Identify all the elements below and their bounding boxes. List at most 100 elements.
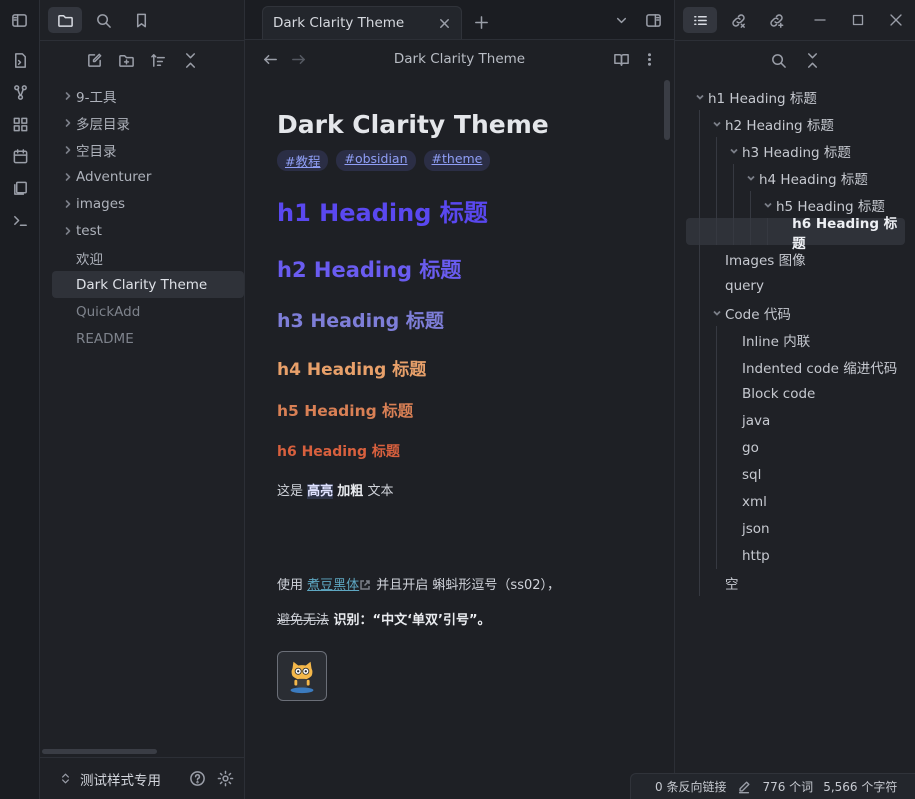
chevron-right-icon[interactable] bbox=[60, 118, 76, 128]
folder-item[interactable]: images bbox=[52, 190, 244, 217]
outline-item[interactable]: Code 代码 bbox=[675, 299, 915, 326]
outline-item[interactable]: Indented code 缩进代码 bbox=[675, 353, 915, 380]
tree-item-label: Dark Clarity Theme bbox=[76, 276, 208, 293]
outline-item[interactable]: 空 bbox=[675, 569, 915, 596]
collapse-all-icon[interactable] bbox=[181, 52, 199, 70]
chevron-down-icon[interactable] bbox=[708, 308, 725, 318]
chevron-right-icon[interactable] bbox=[60, 226, 76, 236]
maximize-icon[interactable] bbox=[839, 0, 877, 40]
reading-view-book-icon[interactable] bbox=[612, 50, 630, 68]
outline-item[interactable]: query bbox=[675, 272, 915, 299]
chevron-down-icon[interactable] bbox=[759, 200, 776, 210]
outline-item[interactable]: Block code bbox=[675, 380, 915, 407]
char-count: 5,566 个字符 bbox=[823, 780, 898, 794]
chevron-down-icon[interactable] bbox=[691, 92, 708, 102]
chevron-right-icon[interactable] bbox=[60, 145, 76, 155]
view-title[interactable]: Dark Clarity Theme bbox=[245, 51, 674, 67]
new-folder-icon[interactable] bbox=[117, 52, 135, 70]
new-note-icon[interactable] bbox=[85, 52, 103, 70]
canvas-icon[interactable] bbox=[0, 108, 40, 140]
indent-guide bbox=[716, 461, 717, 488]
tab-dark-clarity-theme[interactable]: Dark Clarity Theme bbox=[262, 6, 462, 39]
folder-item[interactable]: 空目录 bbox=[52, 136, 244, 163]
tag[interactable]: #obsidian bbox=[336, 150, 416, 171]
folder-item[interactable]: Adventurer bbox=[52, 163, 244, 190]
outline-item-label: Code 代码 bbox=[725, 306, 791, 323]
indent-guide bbox=[699, 164, 700, 191]
outline-item[interactable]: java bbox=[675, 407, 915, 434]
outline-item[interactable]: h1 Heading 标题 bbox=[675, 83, 915, 110]
outline-item-label: h3 Heading 标题 bbox=[742, 144, 851, 161]
edit-pencil-icon[interactable] bbox=[736, 779, 752, 795]
terminal-icon[interactable] bbox=[0, 204, 40, 236]
settings-gear-icon[interactable] bbox=[211, 765, 239, 793]
file-item[interactable]: QuickAdd bbox=[52, 298, 244, 325]
outgoing-links-icon[interactable] bbox=[759, 7, 793, 33]
outline-item[interactable]: sql bbox=[675, 461, 915, 488]
indent-guide bbox=[716, 137, 717, 164]
chevron-down-icon[interactable] bbox=[742, 173, 759, 183]
graph-view-icon[interactable] bbox=[0, 76, 40, 108]
help-icon[interactable] bbox=[183, 765, 211, 793]
close-window-icon[interactable] bbox=[877, 0, 915, 40]
collapse-all-icon[interactable] bbox=[803, 52, 821, 70]
outline-item[interactable]: h4 Heading 标题 bbox=[675, 164, 915, 191]
vertical-scrollbar[interactable] bbox=[664, 80, 670, 140]
file-item[interactable]: README bbox=[52, 325, 244, 352]
outline-item[interactable]: h3 Heading 标题 bbox=[675, 137, 915, 164]
outline-item[interactable]: xml bbox=[675, 488, 915, 515]
indent-guide bbox=[699, 569, 700, 596]
outline-item[interactable]: Images 图像 bbox=[675, 245, 915, 272]
folder-item[interactable]: 9-工具 bbox=[52, 82, 244, 109]
backlinks-icon[interactable] bbox=[721, 7, 755, 33]
vault-switcher[interactable]: 测试样式专用 bbox=[40, 757, 245, 799]
tree-item-label: QuickAdd bbox=[76, 303, 141, 320]
templates-icon[interactable] bbox=[0, 172, 40, 204]
sidebar-toggle-left-icon[interactable] bbox=[0, 0, 39, 40]
horizontal-scrollbar[interactable] bbox=[42, 749, 157, 754]
backlink-count[interactable]: 0 条反向链接 bbox=[655, 778, 726, 795]
tag[interactable]: #theme bbox=[423, 150, 491, 171]
chevron-right-icon[interactable] bbox=[60, 91, 76, 101]
chevron-down-icon[interactable] bbox=[708, 119, 725, 129]
chevron-right-icon[interactable] bbox=[60, 172, 76, 182]
minimize-icon[interactable] bbox=[801, 0, 839, 40]
strikethrough-text: 避免无法 bbox=[277, 613, 330, 629]
outline-item[interactable]: Inline 内联 bbox=[675, 326, 915, 353]
tab-list-chevron-down-icon[interactable] bbox=[608, 8, 634, 32]
outline-item[interactable]: json bbox=[675, 515, 915, 542]
folder-icon[interactable] bbox=[48, 7, 82, 33]
outline-item[interactable]: go bbox=[675, 434, 915, 461]
more-options-icon[interactable] bbox=[640, 50, 658, 68]
close-tab-icon[interactable] bbox=[433, 12, 455, 34]
outline-list-icon[interactable] bbox=[683, 7, 717, 33]
indent-guide bbox=[716, 326, 717, 353]
folder-item[interactable]: test bbox=[52, 217, 244, 244]
external-link-icon bbox=[359, 579, 372, 592]
bookmark-icon[interactable] bbox=[124, 7, 158, 33]
external-link[interactable]: 煮豆黑体 bbox=[307, 578, 359, 593]
chevron-right-icon[interactable] bbox=[60, 199, 76, 209]
file-item[interactable]: 欢迎 bbox=[52, 244, 244, 271]
tag[interactable]: #教程 bbox=[277, 150, 329, 171]
new-tab-icon[interactable] bbox=[466, 6, 496, 39]
note-title[interactable]: Dark Clarity Theme bbox=[277, 110, 657, 139]
chevron-down-icon[interactable] bbox=[725, 146, 742, 156]
search-icon[interactable] bbox=[86, 7, 120, 33]
outline-item[interactable]: http bbox=[675, 542, 915, 569]
outline-search-icon[interactable] bbox=[769, 52, 787, 70]
octocat-image[interactable] bbox=[277, 650, 327, 701]
indent-guide bbox=[699, 137, 700, 164]
indent-guide bbox=[733, 218, 734, 245]
outline-item[interactable]: h6 Heading 标题 bbox=[686, 216, 905, 252]
folder-item[interactable]: 多层目录 bbox=[52, 109, 244, 136]
outline-item-label: java bbox=[742, 412, 771, 429]
open-quick-switcher-icon[interactable] bbox=[0, 44, 40, 76]
sidebar-toggle-right-icon[interactable] bbox=[640, 8, 666, 32]
file-item[interactable]: Dark Clarity Theme bbox=[52, 271, 244, 298]
tree-item-label: 多层目录 bbox=[76, 116, 130, 133]
outline-item[interactable]: h2 Heading 标题 bbox=[675, 110, 915, 137]
bold-text: 识别：“中文‘单双’引号”。 bbox=[329, 613, 491, 629]
sort-order-icon[interactable] bbox=[149, 52, 167, 70]
daily-note-calendar-icon[interactable] bbox=[0, 140, 40, 172]
